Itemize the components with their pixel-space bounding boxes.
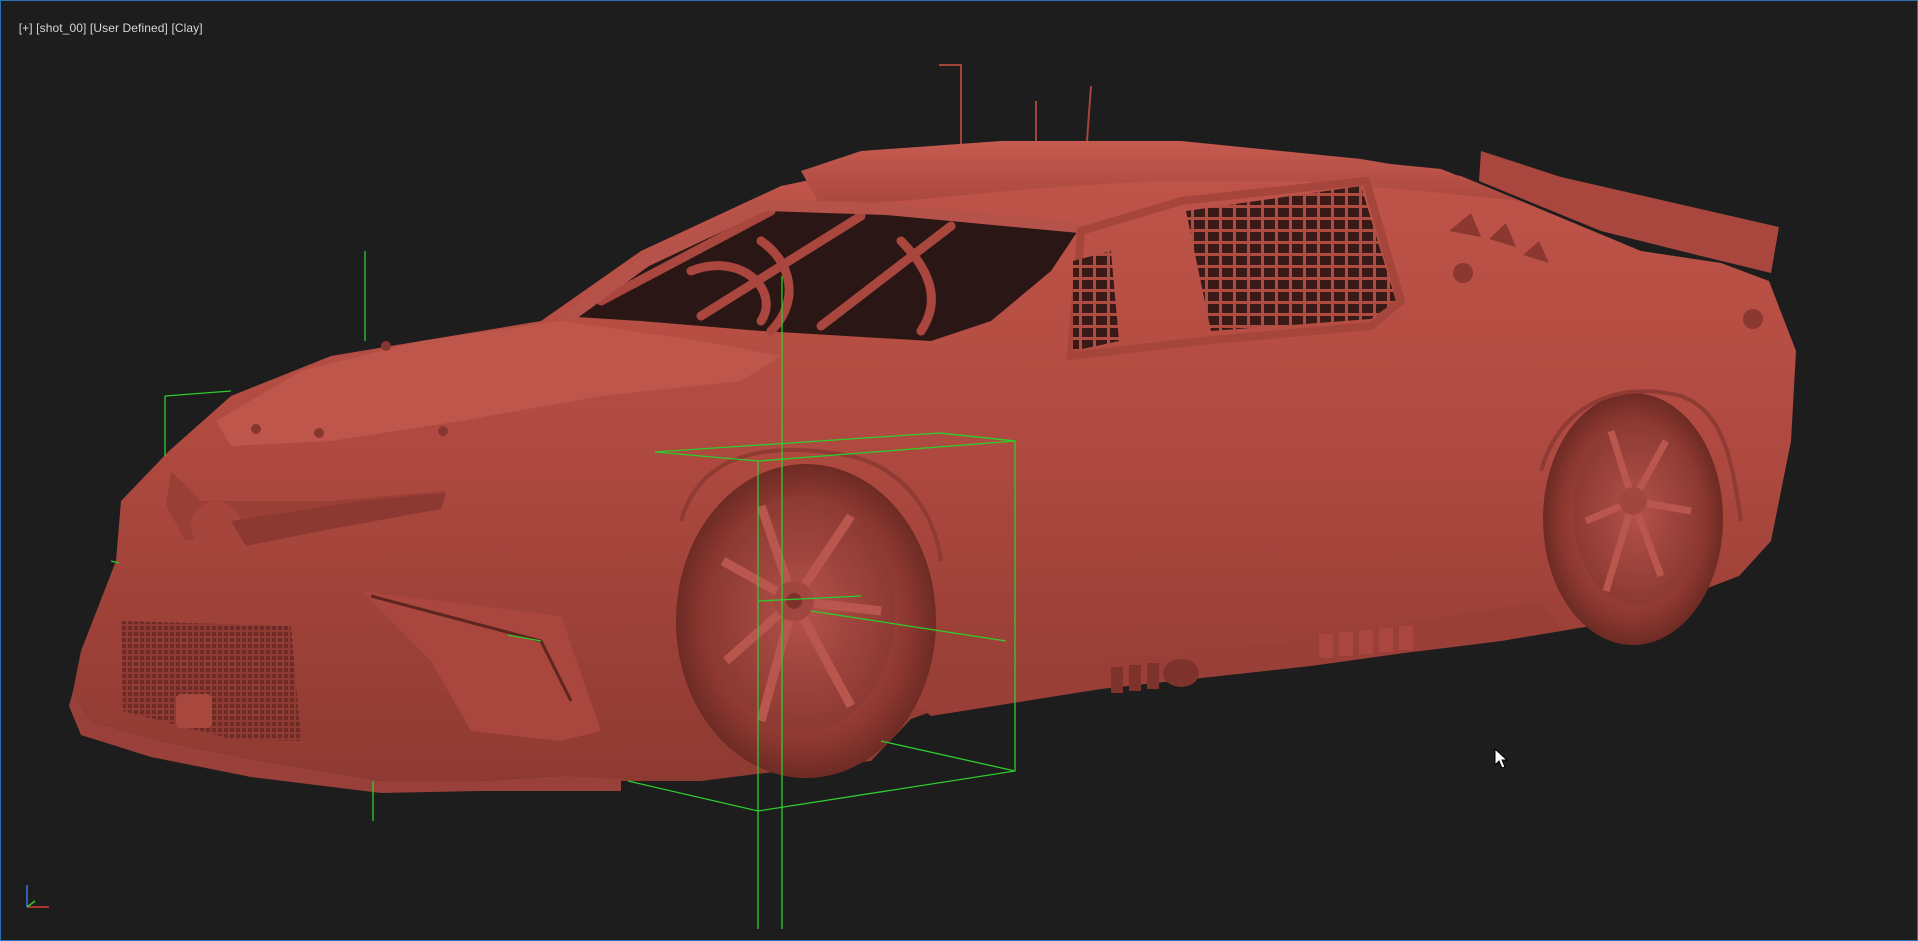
tow-hook bbox=[176, 694, 212, 728]
fuel-filler bbox=[1453, 263, 1473, 283]
race-car-render[interactable] bbox=[1, 1, 1918, 941]
front-emblem bbox=[191, 501, 241, 551]
rear-wheel bbox=[1543, 393, 1723, 645]
view-axis-tripod-icon bbox=[26, 885, 49, 908]
rear-light-housing bbox=[1743, 309, 1763, 329]
mouse-pointer-icon bbox=[1494, 748, 1508, 769]
roof-antennas bbox=[939, 64, 1092, 151]
side-vents-front bbox=[1111, 663, 1159, 693]
rear-quarter-window bbox=[1073, 251, 1119, 351]
window-net bbox=[1186, 186, 1396, 331]
side-exhaust bbox=[1163, 659, 1199, 687]
viewport-perspective[interactable]: [+] [shot_00] [User Defined] [Clay] bbox=[0, 0, 1918, 941]
front-wheel bbox=[676, 464, 936, 778]
